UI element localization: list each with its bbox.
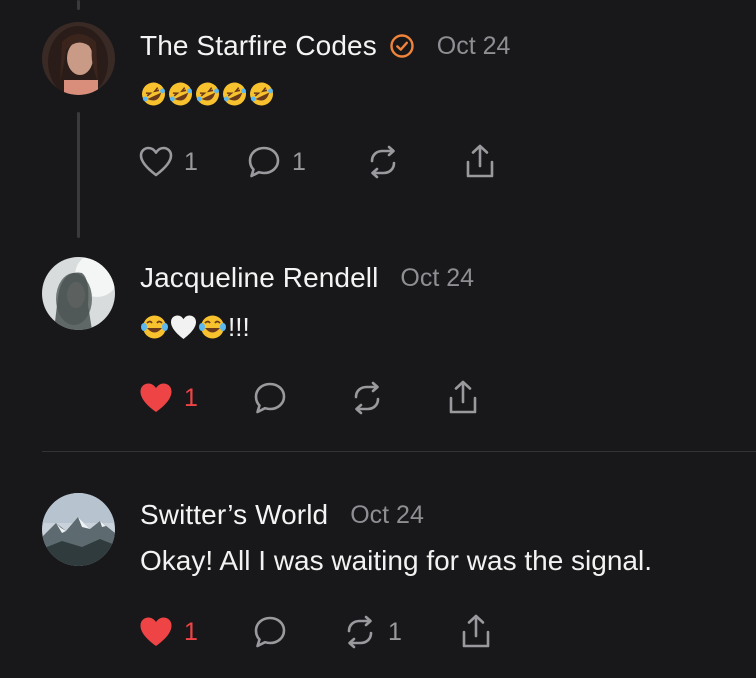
like-count: 1 [184, 383, 198, 412]
speech-bubble-icon [252, 380, 288, 416]
repost-button[interactable] [349, 378, 385, 418]
post-header: Jacqueline Rendell Oct 24 [140, 258, 474, 298]
tears-of-joy-emoji-icon [140, 312, 169, 342]
rofl-emoji-icon [167, 78, 194, 110]
post-text: !!! [228, 311, 250, 342]
share-icon [445, 379, 481, 417]
post-jacqueline-rendell: Jacqueline Rendell Oct 24 !!! 1 [0, 240, 756, 450]
heart-outline-icon [138, 145, 174, 179]
repost-icon [342, 614, 378, 650]
share-button[interactable] [445, 378, 481, 418]
post-date[interactable]: Oct 24 [437, 32, 511, 61]
avatar[interactable] [42, 257, 115, 330]
heart-filled-icon [138, 615, 174, 649]
post-starfire-codes: The Starfire Codes Oct 24 1 1 [0, 0, 756, 240]
comment-feed: The Starfire Codes Oct 24 1 1 Jacqueline… [0, 0, 756, 678]
emoji-row [140, 312, 227, 342]
repost-icon [365, 144, 401, 180]
post-header: Switter’s World Oct 24 [140, 495, 424, 535]
avatar[interactable] [42, 22, 115, 95]
repost-button[interactable]: 1 [342, 612, 402, 652]
share-icon [458, 613, 494, 651]
heart-filled-icon [138, 381, 174, 415]
emoji-row [140, 78, 275, 110]
rofl-emoji-icon [248, 78, 275, 110]
post-date[interactable]: Oct 24 [350, 501, 424, 530]
tears-of-joy-emoji-icon [198, 312, 227, 342]
author-name[interactable]: The Starfire Codes [140, 30, 377, 62]
like-button[interactable]: 1 [138, 612, 198, 652]
like-count: 1 [184, 147, 198, 176]
share-button[interactable] [458, 612, 494, 652]
reply-count: 1 [292, 147, 306, 176]
author-name[interactable]: Switter’s World [140, 499, 328, 531]
share-icon [462, 143, 498, 181]
reply-button[interactable]: 1 [246, 142, 306, 182]
repost-count: 1 [388, 617, 402, 646]
rofl-emoji-icon [140, 78, 167, 110]
repost-icon [349, 380, 385, 416]
like-button[interactable]: 1 [138, 378, 198, 418]
rofl-emoji-icon [221, 78, 248, 110]
reply-button[interactable] [252, 378, 288, 418]
post-date[interactable]: Oct 24 [400, 264, 474, 293]
post-body: !!! [140, 310, 250, 344]
post-header: The Starfire Codes Oct 24 [140, 26, 510, 66]
rofl-emoji-icon [194, 78, 221, 110]
reply-button[interactable] [252, 612, 288, 652]
verified-badge-icon [389, 33, 415, 59]
share-button[interactable] [462, 142, 498, 182]
like-count: 1 [184, 617, 198, 646]
post-body: Okay! All I was waiting for was the sign… [140, 545, 652, 576]
post-switters-world: Switter’s World Oct 24 Okay! All I was w… [0, 452, 756, 678]
speech-bubble-icon [246, 144, 282, 180]
speech-bubble-icon [252, 614, 288, 650]
white-heart-emoji-icon [169, 312, 198, 342]
repost-button[interactable] [365, 142, 401, 182]
avatar[interactable] [42, 493, 115, 566]
post-body [140, 76, 275, 112]
like-button[interactable]: 1 [138, 142, 198, 182]
author-name[interactable]: Jacqueline Rendell [140, 262, 378, 294]
